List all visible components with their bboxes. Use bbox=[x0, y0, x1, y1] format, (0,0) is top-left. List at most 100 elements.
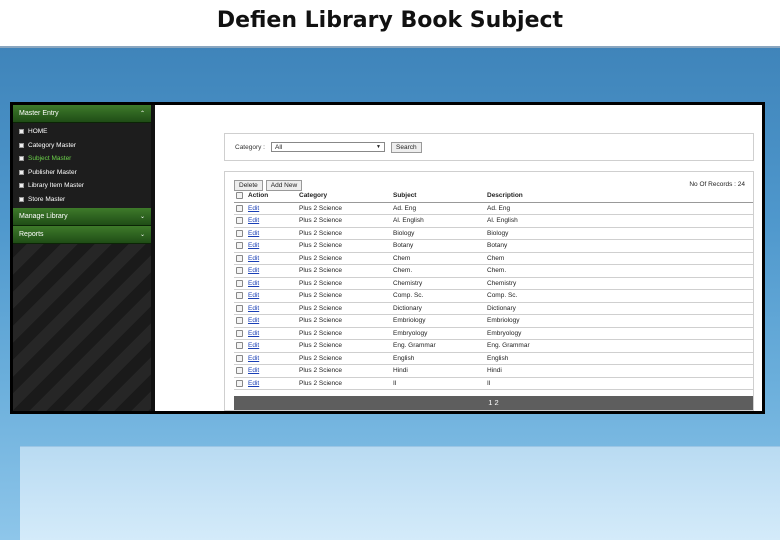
sidebar-item[interactable]: Library Item Master bbox=[13, 179, 151, 193]
table-row: Edit Plus 2 Science Chem. Chem. bbox=[234, 264, 753, 278]
column-header: Description bbox=[485, 190, 753, 203]
checkbox[interactable] bbox=[236, 242, 243, 250]
edit-link[interactable]: Edit bbox=[248, 367, 259, 374]
row-select-cell[interactable] bbox=[234, 202, 246, 215]
edit-link[interactable]: Edit bbox=[248, 292, 259, 299]
sidebar-item-label: Subject Master bbox=[28, 155, 72, 162]
action-cell: Edit bbox=[246, 277, 297, 290]
table-row: Edit Plus 2 Science Comp. Sc. Comp. Sc. bbox=[234, 289, 753, 303]
menu-manage-library[interactable]: Manage Library ⌄ bbox=[13, 208, 151, 226]
checkbox[interactable] bbox=[236, 317, 243, 325]
subject-grid-panel: Delete Add New No Of Records : 24 Action… bbox=[224, 171, 754, 411]
category-select[interactable]: All ▼ bbox=[271, 142, 385, 152]
action-cell: Edit bbox=[246, 239, 297, 253]
table-cell: Botany bbox=[485, 239, 753, 253]
table-cell: Dictionary bbox=[391, 302, 485, 315]
action-cell: Edit bbox=[246, 314, 297, 328]
action-cell: Edit bbox=[246, 327, 297, 340]
checkbox[interactable] bbox=[236, 279, 243, 287]
row-select-cell[interactable] bbox=[234, 264, 246, 278]
pagination[interactable]: 1 2 bbox=[234, 396, 753, 410]
checkbox[interactable] bbox=[236, 192, 243, 200]
edit-link[interactable]: Edit bbox=[248, 355, 259, 362]
book-icon bbox=[19, 142, 24, 148]
edit-link[interactable]: Edit bbox=[248, 267, 259, 274]
sidebar-item[interactable]: HOME bbox=[13, 125, 151, 139]
header-select-all[interactable] bbox=[234, 190, 246, 203]
table-cell: Plus 2 Science bbox=[297, 264, 391, 278]
row-select-cell[interactable] bbox=[234, 339, 246, 353]
sidebar-item-label: Publisher Master bbox=[28, 168, 77, 176]
search-panel: Category : All ▼ Search bbox=[224, 133, 754, 161]
chevron-down-icon: ⌄ bbox=[139, 214, 145, 220]
row-select-cell[interactable] bbox=[234, 227, 246, 240]
edit-link[interactable]: Edit bbox=[248, 305, 259, 312]
edit-link[interactable]: Edit bbox=[248, 217, 259, 224]
checkbox[interactable] bbox=[236, 354, 243, 362]
checkbox[interactable] bbox=[236, 342, 243, 350]
edit-link[interactable]: Edit bbox=[248, 242, 259, 249]
checkbox[interactable] bbox=[236, 379, 243, 387]
row-select-cell[interactable] bbox=[234, 252, 246, 265]
app-screenshot: Master Entry ⌃ HOME Category Master Subjec… bbox=[10, 102, 765, 414]
edit-link[interactable]: Edit bbox=[248, 380, 259, 387]
checkbox[interactable] bbox=[236, 229, 243, 237]
edit-link[interactable]: Edit bbox=[248, 230, 259, 237]
sidebar-item[interactable]: Subject Master bbox=[13, 152, 151, 166]
table-cell: Chemistry bbox=[485, 277, 753, 290]
row-select-cell[interactable] bbox=[234, 289, 246, 303]
menu-reports[interactable]: Reports ⌄ bbox=[13, 226, 151, 244]
row-select-cell[interactable] bbox=[234, 352, 246, 365]
menu-master-entry-label: Master Entry bbox=[19, 110, 59, 117]
table-cell: Plus 2 Science bbox=[297, 289, 391, 303]
row-select-cell[interactable] bbox=[234, 239, 246, 253]
table-cell: Plus 2 Science bbox=[297, 364, 391, 378]
book-icon bbox=[19, 169, 24, 175]
row-select-cell[interactable] bbox=[234, 214, 246, 228]
checkbox[interactable] bbox=[236, 292, 243, 300]
table-cell: Eng. Grammar bbox=[391, 339, 485, 353]
table-row: Edit Plus 2 Science Embriology Embriology bbox=[234, 314, 753, 328]
edit-link[interactable]: Edit bbox=[248, 205, 259, 212]
table-cell: Chem bbox=[391, 252, 485, 265]
action-cell: Edit bbox=[246, 364, 297, 378]
row-select-cell[interactable] bbox=[234, 302, 246, 315]
edit-link[interactable]: Edit bbox=[248, 330, 259, 337]
sidebar-item[interactable]: Category Master bbox=[13, 139, 151, 153]
checkbox[interactable] bbox=[236, 329, 243, 337]
checkbox[interactable] bbox=[236, 254, 243, 262]
row-select-cell[interactable] bbox=[234, 327, 246, 340]
edit-link[interactable]: Edit bbox=[248, 342, 259, 349]
table-row: Edit Plus 2 Science Ad. Eng Ad. Eng bbox=[234, 202, 753, 215]
table-cell: Biology bbox=[391, 227, 485, 240]
sidebar-item[interactable]: Store Master bbox=[13, 193, 151, 207]
search-button[interactable]: Search bbox=[391, 141, 422, 153]
table-cell: Biology bbox=[485, 227, 753, 240]
checkbox[interactable] bbox=[236, 204, 243, 212]
action-cell: Edit bbox=[246, 252, 297, 265]
book-icon bbox=[19, 183, 24, 189]
checkbox[interactable] bbox=[236, 217, 243, 225]
action-cell: Edit bbox=[246, 227, 297, 240]
row-select-cell[interactable] bbox=[234, 277, 246, 290]
row-select-cell[interactable] bbox=[234, 377, 246, 390]
edit-link[interactable]: Edit bbox=[248, 317, 259, 324]
menu-master-entry[interactable]: Master Entry ⌃ bbox=[13, 105, 151, 123]
dropdown-arrow-icon: ▼ bbox=[376, 144, 381, 150]
table-cell: Dictionary bbox=[485, 302, 753, 315]
edit-link[interactable]: Edit bbox=[248, 255, 259, 262]
slide-footer-panel bbox=[20, 446, 780, 540]
checkbox[interactable] bbox=[236, 367, 243, 375]
edit-link[interactable]: Edit bbox=[248, 280, 259, 287]
table-cell: Al. English bbox=[391, 214, 485, 228]
table-cell: Plus 2 Science bbox=[297, 252, 391, 265]
checkbox[interactable] bbox=[236, 304, 243, 312]
row-select-cell[interactable] bbox=[234, 364, 246, 378]
table-row: Edit Plus 2 Science Hindi Hindi bbox=[234, 364, 753, 378]
checkbox[interactable] bbox=[236, 267, 243, 275]
action-cell: Edit bbox=[246, 352, 297, 365]
action-cell: Edit bbox=[246, 214, 297, 228]
action-cell: Edit bbox=[246, 377, 297, 390]
sidebar-item[interactable]: Publisher Master bbox=[13, 166, 151, 180]
row-select-cell[interactable] bbox=[234, 314, 246, 328]
